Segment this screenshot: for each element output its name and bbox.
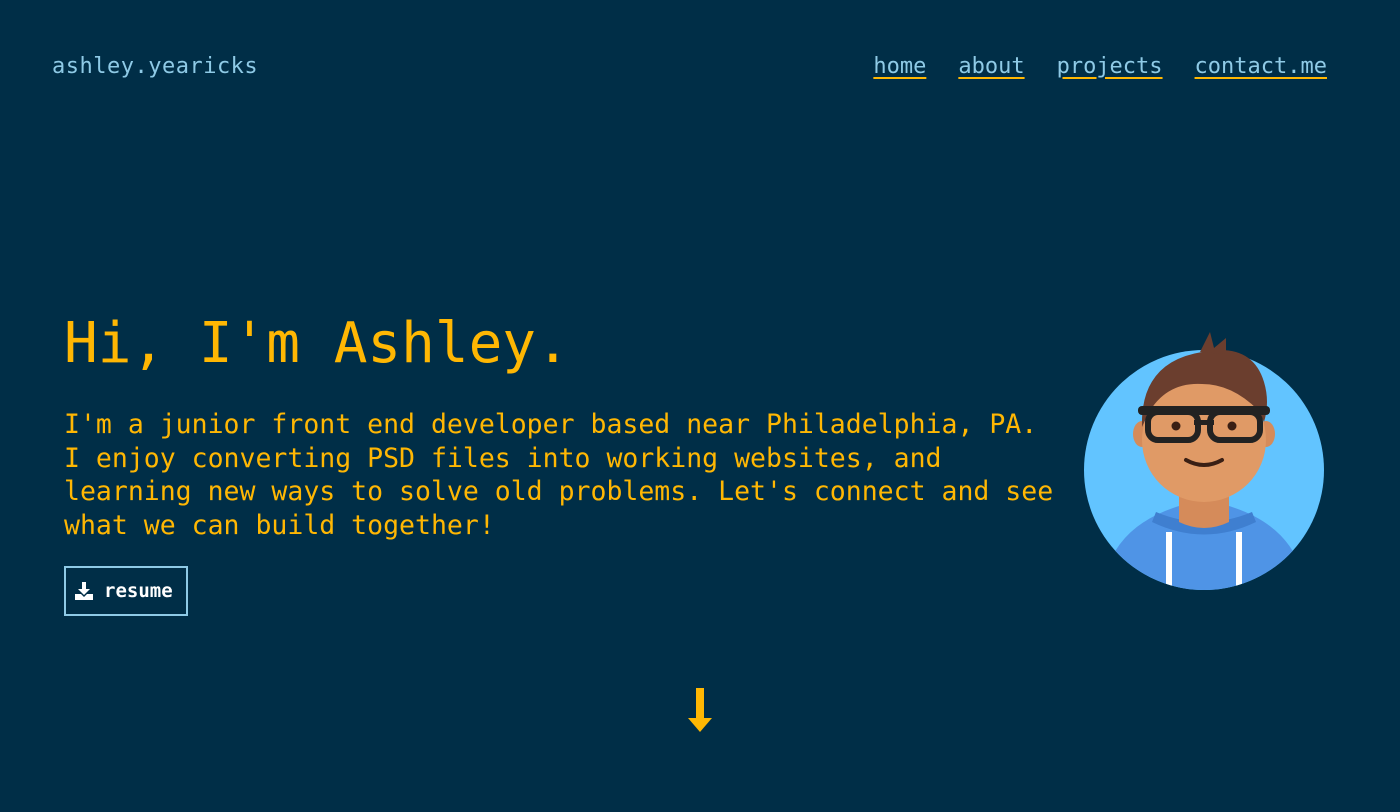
hero-description: I'm a junior front end developer based n…	[64, 409, 1054, 541]
hero-title: Hi, I'm Ashley.	[64, 311, 570, 376]
nav-link-about[interactable]: about	[958, 52, 1024, 82]
download-icon	[75, 582, 93, 600]
resume-download-button[interactable]: resume	[64, 566, 188, 616]
resume-button-label: resume	[104, 580, 173, 602]
arrow-down-icon[interactable]	[688, 686, 712, 734]
nav-link-home[interactable]: home	[873, 52, 926, 82]
nav-link-projects[interactable]: projects	[1057, 52, 1163, 82]
nav-link-contact[interactable]: contact.me	[1195, 52, 1327, 82]
main-nav: home about projects contact.me	[873, 52, 1327, 82]
avatar-illustration	[1084, 332, 1324, 590]
site-logo-text[interactable]: ashley.yearicks	[52, 52, 258, 82]
